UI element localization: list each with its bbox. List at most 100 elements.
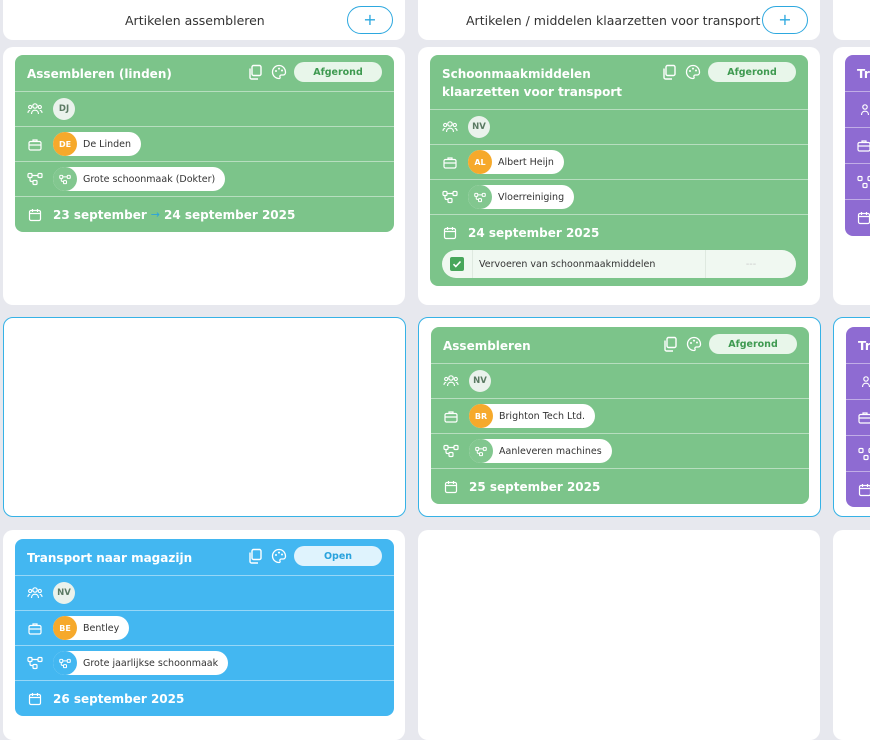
client-name: Albert Heijn — [498, 157, 554, 168]
card-client-row: BE Bentley — [15, 611, 394, 646]
card-process-row: Grote schoonmaak (Dokter) — [15, 162, 394, 197]
card-date-row: 26 september 2025 — [15, 681, 394, 716]
card-team-row: NV — [430, 110, 808, 145]
process-chip[interactable]: Aanleveren machines — [469, 439, 612, 463]
client-name: De Linden — [83, 139, 131, 150]
column-header-third — [833, 0, 870, 40]
briefcase-icon — [27, 136, 43, 152]
avatar[interactable]: NV — [468, 116, 490, 138]
card-header: Tr — [846, 327, 870, 364]
process-chip[interactable]: Grote jaarlijkse schoonmaak — [53, 651, 228, 675]
subtask-item[interactable]: Vervoeren van schoonmaakmiddelen --- — [442, 250, 796, 278]
task-card[interactable]: Schoonmaakmiddelen klaarzetten voor tran… — [430, 55, 808, 286]
card-client-row: BR Brighton Tech Ltd. — [431, 399, 809, 434]
copy-icon[interactable] — [246, 63, 264, 81]
status-badge[interactable]: Afgerond — [709, 334, 797, 354]
palette-icon[interactable] — [685, 335, 703, 353]
card-client-row: AL Albert Heijn — [430, 145, 808, 180]
card-date-row — [846, 472, 870, 507]
task-card[interactable]: Transport naar magazijn Open NV BE Bentl… — [15, 539, 394, 716]
palette-icon[interactable] — [684, 63, 702, 81]
card-process-row: Vloerreiniging — [430, 180, 808, 215]
team-icon — [858, 375, 870, 389]
add-card-button[interactable]: + — [347, 6, 393, 34]
checkbox-checked-icon[interactable] — [450, 257, 464, 271]
copy-icon[interactable] — [246, 547, 264, 565]
status-badge[interactable]: Afgerond — [708, 62, 796, 82]
calendar-icon — [857, 211, 870, 225]
process-chip[interactable]: Vloerreiniging — [468, 185, 574, 209]
avatar[interactable]: NV — [469, 370, 491, 392]
card-date-row: 23 september → 24 september 2025 — [15, 197, 394, 232]
column-header-assemble: Artikelen assembleren + — [3, 0, 405, 40]
workflow-icon — [857, 175, 870, 189]
workflow-icon — [53, 651, 77, 675]
team-icon — [442, 119, 458, 135]
client-chip[interactable]: DE De Linden — [53, 132, 141, 156]
briefcase-icon — [858, 411, 870, 424]
copy-icon[interactable] — [661, 335, 679, 353]
card-team-row — [846, 364, 870, 400]
task-card[interactable]: Assembleren (linden) Afgerond DJ DE De L… — [15, 55, 394, 232]
palette-icon[interactable] — [270, 63, 288, 81]
column-header-transport: Artikelen / middelen klaarzetten voor tr… — [418, 0, 820, 40]
client-name: Brighton Tech Ltd. — [499, 411, 585, 422]
team-icon — [27, 101, 43, 117]
calendar-icon — [27, 207, 43, 223]
calendar-icon — [443, 479, 459, 495]
arrow-right-icon: → — [151, 208, 160, 221]
task-card-partial[interactable]: Tr — [846, 327, 870, 507]
workflow-icon — [443, 443, 459, 459]
date: 24 september 2025 — [468, 226, 599, 240]
card-process-row: Aanleveren machines — [431, 434, 809, 469]
column-title: Artikelen assembleren — [125, 13, 265, 28]
client-chip[interactable]: AL Albert Heijn — [468, 150, 564, 174]
workflow-icon — [469, 439, 493, 463]
workflow-icon — [27, 171, 43, 187]
card-team-row: NV — [431, 364, 809, 399]
briefcase-icon — [443, 408, 459, 424]
copy-icon[interactable] — [660, 63, 678, 81]
subtask-label: Vervoeren van schoonmaakmiddelen — [472, 250, 705, 278]
client-avatar: BR — [469, 404, 493, 428]
avatar[interactable]: NV — [53, 582, 75, 604]
workflow-icon — [53, 167, 77, 191]
palette-icon[interactable] — [270, 547, 288, 565]
board-cell[interactable] — [833, 530, 870, 740]
status-badge[interactable]: Afgerond — [294, 62, 382, 82]
task-card[interactable]: Assembleren Afgerond NV BR Brighton Tech… — [431, 327, 809, 504]
briefcase-icon — [857, 139, 870, 152]
process-chip[interactable]: Grote schoonmaak (Dokter) — [53, 167, 225, 191]
card-title: Tr — [857, 65, 870, 83]
board-cell[interactable] — [418, 530, 820, 740]
add-card-button[interactable]: + — [762, 6, 808, 34]
briefcase-icon — [442, 154, 458, 170]
card-header: Tr — [845, 55, 870, 92]
task-card-partial[interactable]: Tr — [845, 55, 870, 236]
card-team-row — [845, 92, 870, 128]
client-avatar: BE — [53, 616, 77, 640]
card-title: Tr — [858, 337, 870, 355]
calendar-icon — [27, 691, 43, 707]
client-chip[interactable]: BR Brighton Tech Ltd. — [469, 404, 595, 428]
status-badge[interactable]: Open — [294, 546, 382, 566]
team-icon — [443, 373, 459, 389]
client-name: Bentley — [83, 623, 119, 634]
client-avatar: DE — [53, 132, 77, 156]
team-icon — [857, 103, 870, 117]
process-name: Aanleveren machines — [499, 446, 602, 457]
avatar[interactable]: DJ — [53, 98, 75, 120]
process-name: Grote schoonmaak (Dokter) — [83, 174, 215, 185]
column-title: Artikelen / middelen klaarzetten voor tr… — [466, 13, 760, 28]
board-cell-selected[interactable] — [3, 317, 406, 517]
card-process-row: Grote jaarlijkse schoonmaak — [15, 646, 394, 681]
process-name: Grote jaarlijkse schoonmaak — [83, 658, 218, 669]
client-chip[interactable]: BE Bentley — [53, 616, 129, 640]
card-client-row — [846, 400, 870, 436]
date: 26 september 2025 — [53, 692, 184, 706]
card-team-row: DJ — [15, 92, 394, 127]
workflow-icon — [468, 185, 492, 209]
calendar-icon — [858, 483, 870, 497]
calendar-icon — [442, 225, 458, 241]
subtask-extra: --- — [705, 250, 796, 278]
